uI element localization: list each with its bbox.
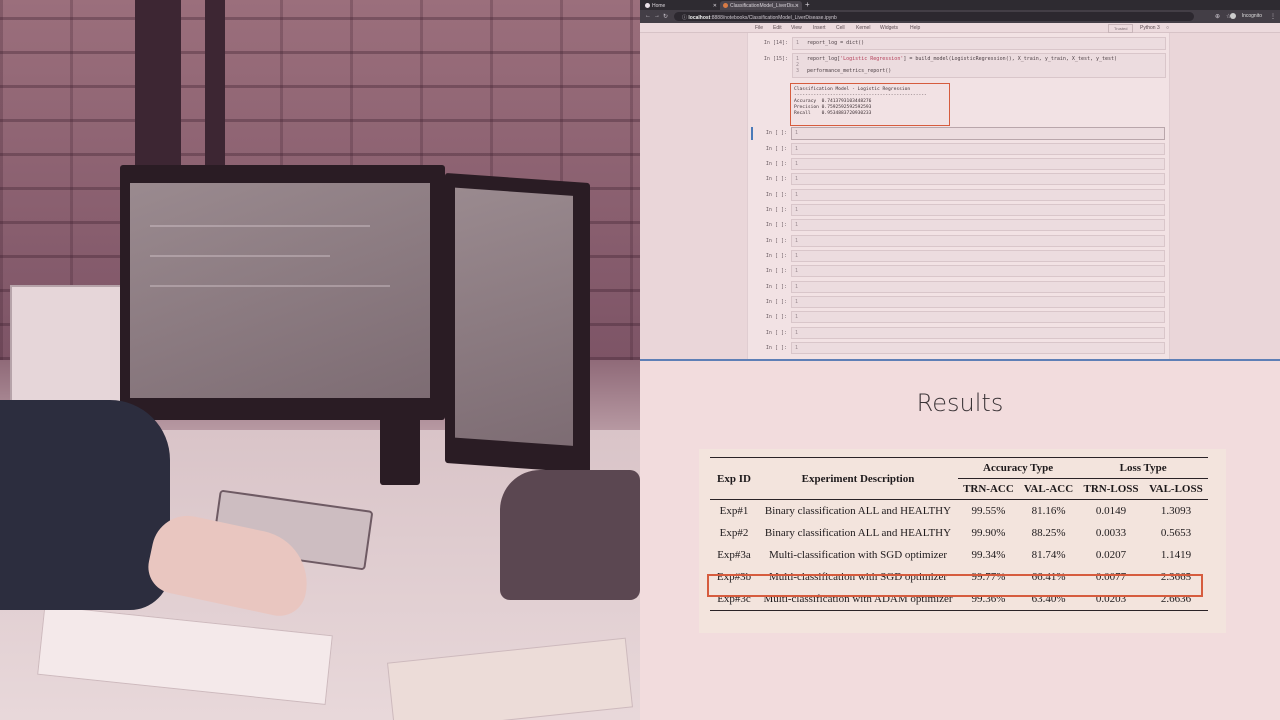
code-cell[interactable]: In [ ]: 1 [755,235,1165,249]
url-input[interactable]: ⓘ localhost:8888/notebooks/Classificatio… [674,12,1194,21]
code-input[interactable]: 1 report_log['Logistic Regression'] = bui… [792,53,1166,78]
zoom-icon[interactable]: ⊕ [1215,13,1220,20]
code-input[interactable]: 1 [791,204,1165,216]
menu-dots-icon[interactable]: ⋮ [1270,13,1276,20]
jupyter-favicon-icon [723,3,728,8]
code-cell[interactable]: In [ ]: 1 [755,265,1165,279]
code-cell[interactable]: In [ ]: 1 [755,342,1165,356]
menu-view[interactable]: View [791,25,802,31]
code-input[interactable]: 1 [791,173,1165,185]
header-accuracy-type: Accuracy Type [958,457,1079,479]
header-loss-type: Loss Type [1078,457,1208,479]
forward-icon[interactable]: → [654,13,660,19]
header-trn-loss: TRN-LOSS [1083,483,1139,495]
menu-insert[interactable]: Insert [813,25,826,31]
incognito-icon [1230,13,1236,19]
monitor-stand [380,415,420,485]
monitor-left [120,165,445,420]
highlight-box [707,574,1203,597]
browser-window: Home ✕ ClassificationModel_LiverDis... ✕… [640,0,1280,360]
header-val-loss: VAL-LOSS [1149,483,1203,495]
header-exp-id: Exp ID [710,457,758,500]
code-cell[interactable]: In [ ]: 1 [755,219,1165,233]
code-input[interactable]: 1 [791,235,1165,247]
header-trn-acc: TRN-ACC [963,483,1014,495]
table-row: Exp#2 Binary classification ALL and HEAL… [719,527,1192,539]
close-icon[interactable]: ✕ [713,3,717,9]
close-icon[interactable]: ✕ [795,3,799,9]
code-cell[interactable]: In [ ]: 1 [755,296,1165,310]
address-bar: ← → ↻ ⓘ localhost:8888/notebooks/Classif… [640,10,1280,23]
code-cell[interactable]: In [15]: 1 report_log['Logistic Regressio… [756,53,1166,79]
code-input[interactable]: 1 [791,189,1165,201]
menu-help[interactable]: Help [910,25,920,31]
code-cell[interactable]: In [ ]: 1 [755,327,1165,341]
new-tab-icon[interactable]: + [805,0,810,9]
monitor-right [445,172,590,474]
code-cell[interactable]: In [ ]: 1 [755,173,1165,187]
tab-home[interactable]: Home ✕ [642,1,720,10]
notebook-menu-bar: File Edit View Insert Cell Kernel Widget… [640,23,1280,33]
code-input[interactable]: 1 [791,311,1165,323]
menu-widgets[interactable]: Widgets [880,25,898,31]
office-photo [0,0,640,720]
code-cell[interactable]: In [ ]: 1 [755,250,1165,264]
menu-kernel[interactable]: Kernel [856,25,870,31]
tab-notebook[interactable]: ClassificationModel_LiverDis... ✕ [720,1,802,10]
code-cell[interactable]: In [ ]: 1 [755,281,1165,295]
code-input[interactable]: 1 [791,342,1165,354]
code-input[interactable]: 1 [791,265,1165,277]
menu-cell[interactable]: Cell [836,25,845,31]
code-cell[interactable]: In [ ]: 1 [755,204,1165,218]
slide-title: Results [916,389,1004,417]
code-input[interactable]: 1 [791,143,1165,155]
tab-bar: Home ✕ ClassificationModel_LiverDis... ✕… [640,0,1280,10]
results-table-panel: Exp ID Experiment Description Accuracy T… [699,449,1226,633]
code-input[interactable]: 1 [791,250,1165,262]
code-input[interactable]: 1 [791,219,1165,231]
header-val-acc: VAL-ACC [1023,483,1074,495]
code-input[interactable]: 1 [791,296,1165,308]
code-cell-selected[interactable]: In [ ]: 1 [751,127,1165,141]
kernel-indicator: Python 3 [1140,25,1160,31]
kernel-status-icon: ○ [1166,25,1170,31]
person-arm [0,400,170,610]
home-favicon-icon [645,3,650,8]
menu-file[interactable]: File [755,25,763,31]
code-input[interactable]: 1 report_log = dict() [792,37,1166,50]
trusted-badge[interactable]: Trusted [1108,24,1134,33]
code-input[interactable]: 1 [791,127,1165,140]
table-row: Exp#1 Binary classification ALL and HEAL… [710,499,1208,522]
back-icon[interactable]: ← [645,13,651,19]
reload-icon[interactable]: ↻ [663,13,668,20]
code-cell[interactable]: In [14]: 1 report_log = dict() [756,37,1166,51]
desk-phone [500,470,640,600]
code-input[interactable]: 1 [791,158,1165,170]
code-cell[interactable]: In [ ]: 1 [755,311,1165,325]
header-description: Experiment Description [758,457,958,500]
code-cell[interactable]: In [ ]: 1 [755,143,1165,157]
code-cell[interactable]: In [ ]: 1 [755,158,1165,172]
results-slide: Results Exp ID Experiment Description Ac… [640,361,1280,720]
menu-edit[interactable]: Edit [773,25,782,31]
cell-output: Classification Model - Logistic Regressi… [790,83,950,126]
code-cell[interactable]: In [ ]: 1 [755,189,1165,203]
code-input[interactable]: 1 [791,327,1165,339]
table-row: Exp#3a Multi-classification with SGD opt… [717,549,1192,561]
empty-cells: In [ ]: 1 In [ ]: 1 In [ ]: 1 In [ ]: 1 In … [751,127,1165,360]
code-input[interactable]: 1 [791,281,1165,293]
